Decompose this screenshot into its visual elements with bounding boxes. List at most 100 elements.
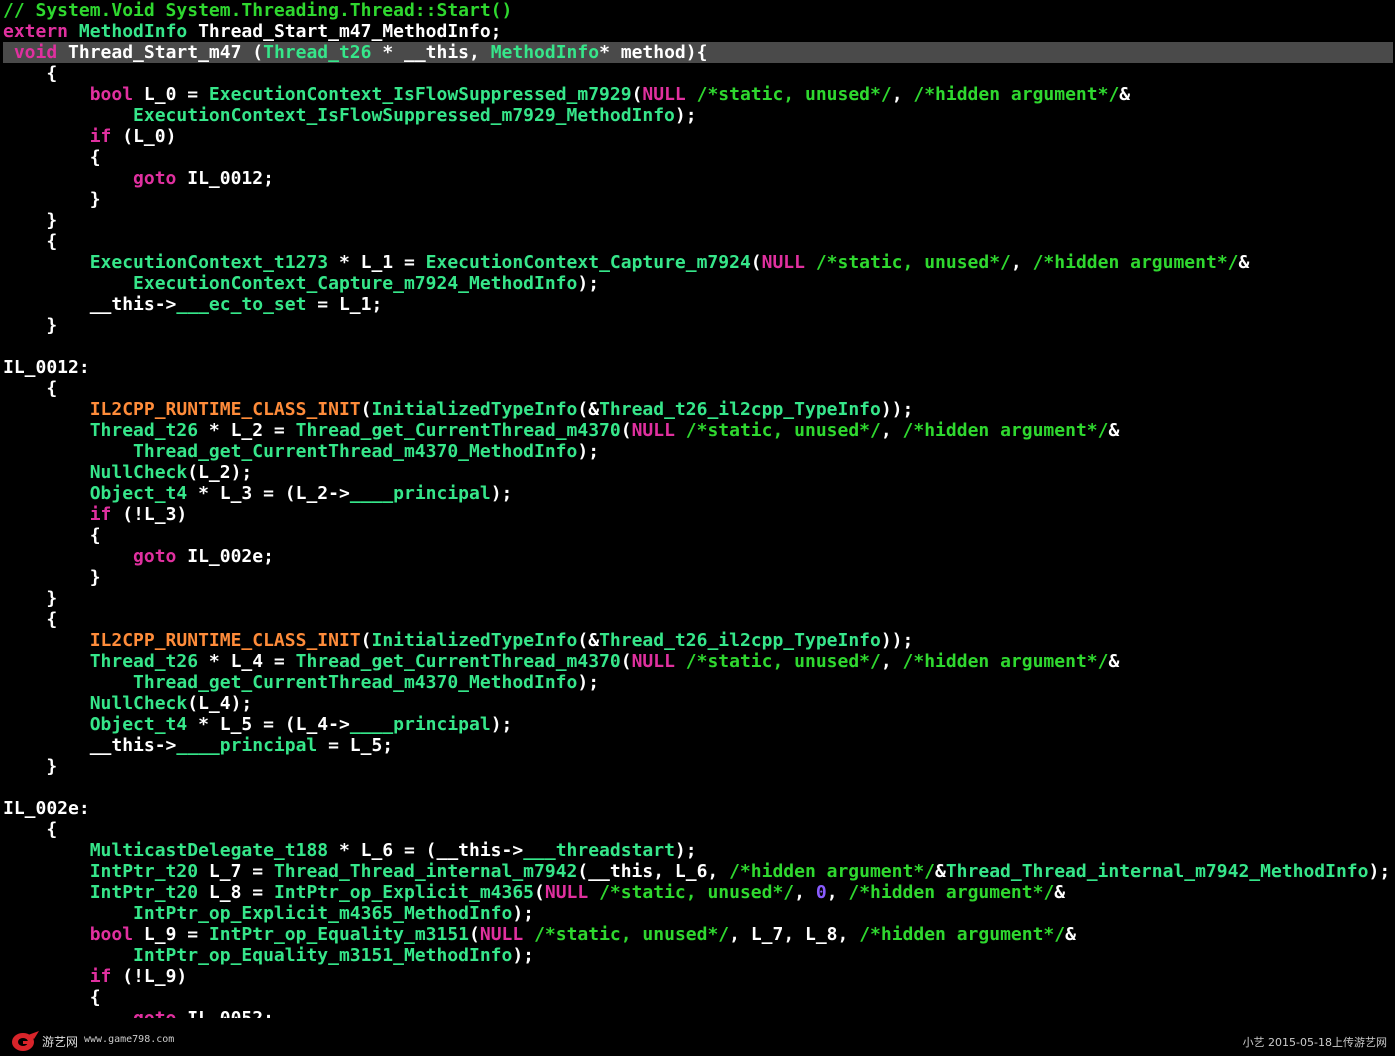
code-token-plain: , xyxy=(826,882,849,903)
code-token-plain: , xyxy=(880,420,903,441)
code-token-keyword: NULL xyxy=(544,882,589,903)
code-line[interactable]: Thread_t26 * L_2 = Thread_get_CurrentThr… xyxy=(3,420,1393,441)
code-token-type: IntPtr_t20 xyxy=(89,861,199,882)
code-line[interactable]: IntPtr_op_Explicit_m4365_MethodInfo); xyxy=(3,903,1393,924)
code-line[interactable]: { xyxy=(3,987,1393,1008)
code-line[interactable]: IL_002e: xyxy=(3,798,1393,819)
code-token-func: Thread_get_CurrentThread_m4370_MethodInf… xyxy=(133,441,578,462)
code-token-plain: & xyxy=(1054,882,1066,903)
code-editor[interactable]: // System.Void System.Threading.Thread::… xyxy=(3,0,1393,1018)
code-token-plain: ); xyxy=(512,903,535,924)
code-token-plain: & xyxy=(1238,252,1250,273)
code-token-keyword: NULL xyxy=(479,924,524,945)
code-token-plain: { xyxy=(3,987,101,1008)
code-line[interactable]: } xyxy=(3,588,1393,609)
code-line[interactable]: { xyxy=(3,231,1393,252)
code-token-plain: (L_0) xyxy=(111,126,177,147)
code-line[interactable]: bool L_0 = ExecutionContext_IsFlowSuppre… xyxy=(3,84,1393,105)
code-token-func: ____principal xyxy=(349,714,491,735)
code-line[interactable]: } xyxy=(3,189,1393,210)
code-line[interactable]: } xyxy=(3,315,1393,336)
code-token-plain: & xyxy=(1108,420,1120,441)
code-line[interactable]: MulticastDelegate_t188 * L_6 = (__this->… xyxy=(3,840,1393,861)
code-line[interactable]: Thread_t26 * L_4 = Thread_get_CurrentThr… xyxy=(3,651,1393,672)
code-line-current[interactable]: void Thread_Start_m47 (Thread_t26 * __th… xyxy=(3,42,1393,63)
code-line[interactable]: { xyxy=(3,819,1393,840)
code-line[interactable]: } xyxy=(3,567,1393,588)
code-token-plain: ( xyxy=(360,399,372,420)
code-line[interactable] xyxy=(3,777,1393,798)
code-line[interactable]: if (L_0) xyxy=(3,126,1393,147)
code-token-plain: )); xyxy=(880,399,914,420)
code-line[interactable]: if (!L_3) xyxy=(3,504,1393,525)
code-token-plain: Thread_Start_m47_MethodInfo; xyxy=(187,21,502,42)
code-line[interactable]: NullCheck(L_4); xyxy=(3,693,1393,714)
code-line[interactable]: // System.Void System.Threading.Thread::… xyxy=(3,0,1393,21)
code-line[interactable]: IntPtr_op_Equality_m3151_MethodInfo); xyxy=(3,945,1393,966)
code-token-plain: , xyxy=(880,651,903,672)
code-line[interactable]: { xyxy=(3,147,1393,168)
code-token-plain: * __this, xyxy=(371,42,491,63)
code-token-plain: L_9 = xyxy=(133,924,209,945)
code-token-func: Thread_t26_il2cpp_TypeInfo xyxy=(599,399,881,420)
code-line[interactable]: ExecutionContext_IsFlowSuppressed_m7929_… xyxy=(3,105,1393,126)
code-line[interactable]: IL2CPP_RUNTIME_CLASS_INIT(InitializedTyp… xyxy=(3,399,1393,420)
code-line[interactable]: IL_0012: xyxy=(3,357,1393,378)
code-line[interactable]: bool L_9 = IntPtr_op_Equality_m3151(NULL… xyxy=(3,924,1393,945)
code-line[interactable]: goto IL_002e; xyxy=(3,546,1393,567)
code-line[interactable]: } xyxy=(3,210,1393,231)
code-line[interactable]: NullCheck(L_2); xyxy=(3,462,1393,483)
code-line[interactable]: IL2CPP_RUNTIME_CLASS_INIT(InitializedTyp… xyxy=(3,630,1393,651)
code-token-plain: (L_2); xyxy=(187,462,253,483)
code-token-plain: { xyxy=(3,819,58,840)
code-token-plain: ); xyxy=(577,672,600,693)
code-line[interactable]: Thread_get_CurrentThread_m4370_MethodInf… xyxy=(3,441,1393,462)
code-token-func: ExecutionContext_Capture_m7924_MethodInf… xyxy=(133,273,578,294)
code-token-comment: /*hidden argument*/ xyxy=(913,84,1120,105)
code-token-plain: IL_002e; xyxy=(176,546,274,567)
code-token-func: Thread_t26_il2cpp_TypeInfo xyxy=(599,630,881,651)
code-line[interactable]: __this->____principal = L_5; xyxy=(3,735,1393,756)
code-line[interactable]: goto IL_0012; xyxy=(3,168,1393,189)
code-line[interactable]: { xyxy=(3,63,1393,84)
code-token-keyword: goto xyxy=(133,546,177,567)
code-line[interactable]: if (!L_9) xyxy=(3,966,1393,987)
code-token-plain: IL_0012; xyxy=(176,168,274,189)
code-token-plain: (!L_3) xyxy=(111,504,188,525)
code-token-keyword: NULL xyxy=(631,420,675,441)
code-line[interactable]: Object_t4 * L_3 = (L_2->____principal); xyxy=(3,483,1393,504)
code-line[interactable] xyxy=(3,336,1393,357)
code-line[interactable]: } xyxy=(3,756,1393,777)
code-token-plain: , xyxy=(794,882,816,903)
code-line[interactable]: extern MethodInfo Thread_Start_m47_Metho… xyxy=(3,21,1393,42)
code-line[interactable]: { xyxy=(3,609,1393,630)
code-line[interactable]: Thread_get_CurrentThread_m4370_MethodInf… xyxy=(3,672,1393,693)
code-token-plain: ); xyxy=(1368,861,1391,882)
code-token-plain: ); xyxy=(577,441,600,462)
code-line[interactable]: ExecutionContext_t1273 * L_1 = Execution… xyxy=(3,252,1393,273)
code-line[interactable]: Object_t4 * L_5 = (L_4->____principal); xyxy=(3,714,1393,735)
code-token-comment: /*hidden argument*/ xyxy=(729,861,935,882)
code-line[interactable]: __this->___ec_to_set = L_1; xyxy=(3,294,1393,315)
code-line[interactable]: { xyxy=(3,378,1393,399)
watermark-bar: 游艺网 www.game798.com 小艺 2015-05-18上传游艺网 xyxy=(0,1026,1395,1056)
code-token-func: ___threadstart xyxy=(523,840,675,861)
code-token-plain: (& xyxy=(577,630,600,651)
code-line[interactable]: IntPtr_t20 L_8 = IntPtr_op_Explicit_m436… xyxy=(3,882,1393,903)
code-line[interactable]: IntPtr_t20 L_7 = Thread_Thread_internal_… xyxy=(3,861,1393,882)
code-line[interactable]: goto IL_0052; xyxy=(3,1008,1393,1018)
code-line[interactable]: ExecutionContext_Capture_m7924_MethodInf… xyxy=(3,273,1393,294)
code-line[interactable]: { xyxy=(3,525,1393,546)
code-token-plain: (L_4); xyxy=(187,693,253,714)
code-token-func: IntPtr_op_Equality_m3151 xyxy=(208,924,470,945)
